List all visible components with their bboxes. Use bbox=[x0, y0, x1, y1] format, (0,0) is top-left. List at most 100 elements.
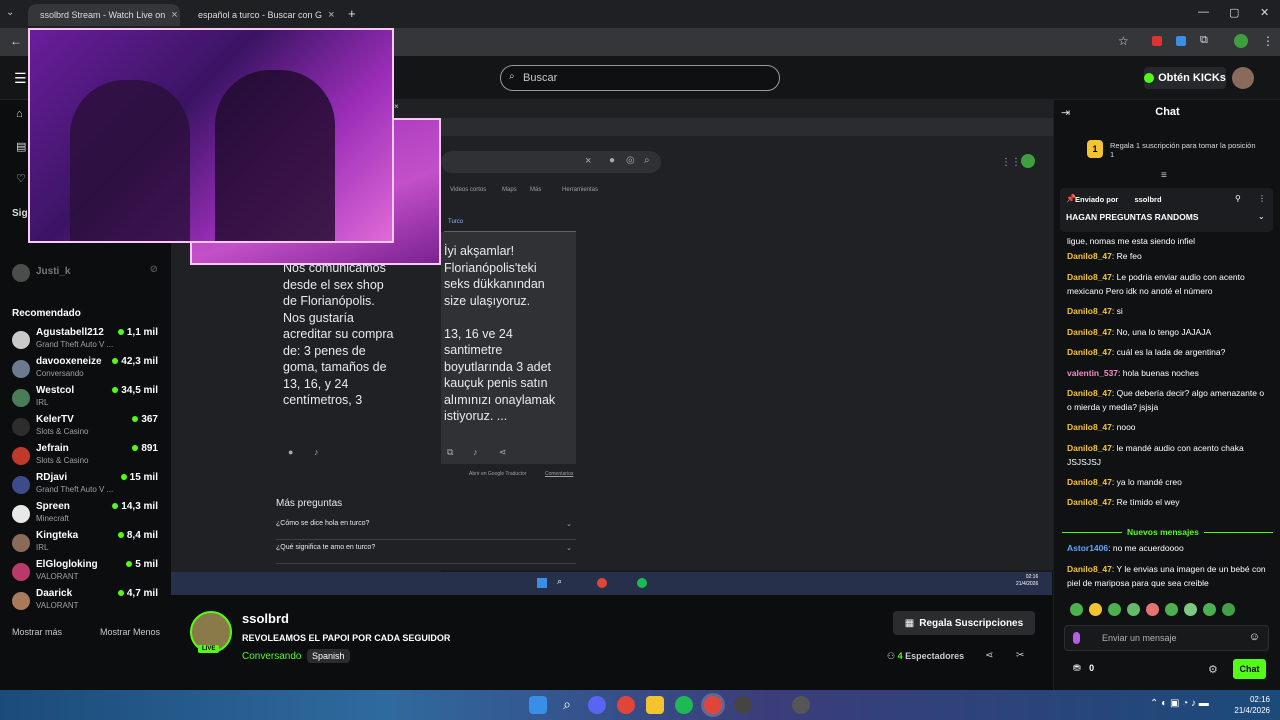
copy-icon[interactable]: ⧉ bbox=[447, 447, 453, 458]
emote-icon[interactable] bbox=[1222, 603, 1235, 616]
extension-icon[interactable] bbox=[1152, 36, 1162, 46]
search-icon[interactable]: ⌕ bbox=[558, 696, 576, 714]
chat-message[interactable]: valentin_537: hola buenas noches bbox=[1067, 367, 1267, 381]
chat-username[interactable]: Danilo8_47 bbox=[1067, 422, 1112, 432]
sidebar-channel-item[interactable]: Agustabell212 Grand Theft Auto V ... 1,1 m… bbox=[0, 327, 170, 355]
extension-icon[interactable] bbox=[1176, 36, 1186, 46]
puzzle-extensions-icon[interactable]: ⧉ bbox=[1200, 34, 1208, 47]
sidebar-channel-item[interactable]: RDjavi Grand Theft Auto V ... 15 mil bbox=[0, 472, 170, 500]
chat-message[interactable]: Danilo8_47: Le podria enviar audio con a… bbox=[1067, 271, 1267, 298]
profile-avatar[interactable] bbox=[1234, 34, 1248, 48]
share-icon[interactable]: ⋖ bbox=[985, 650, 993, 661]
close-tab-icon[interactable]: × bbox=[328, 9, 334, 21]
taskbar-clock[interactable]: 02:16 21/4/2026 bbox=[1222, 694, 1270, 716]
emote-icon[interactable] bbox=[1146, 603, 1159, 616]
chat-message[interactable]: Danilo8_47: cuál es la lada de argentina… bbox=[1067, 346, 1267, 360]
app-icon[interactable] bbox=[734, 696, 752, 714]
following-item[interactable]: Justi_k ⊘ bbox=[0, 260, 170, 288]
source-mic-icon[interactable]: ● bbox=[288, 447, 293, 457]
chat-message[interactable]: Danilo8_47: le mandé audio con acento ch… bbox=[1067, 442, 1267, 469]
emote-icon[interactable] bbox=[1089, 603, 1102, 616]
user-avatar[interactable] bbox=[1232, 67, 1254, 89]
chat-username[interactable]: Danilo8_47 bbox=[1067, 564, 1112, 574]
emote-icon[interactable] bbox=[1070, 603, 1083, 616]
filter-short-videos[interactable]: Videos cortos bbox=[450, 187, 486, 193]
hamburger-menu-icon[interactable]: ☰ bbox=[14, 70, 27, 87]
google-apps-icon[interactable]: ⋮⋮ bbox=[1001, 157, 1021, 168]
sidebar-channel-item[interactable]: Spreen Minecraft 14,3 mil bbox=[0, 501, 170, 529]
filter-icon[interactable]: ≡ bbox=[1161, 170, 1167, 181]
minimize-button[interactable]: — bbox=[1198, 6, 1209, 18]
discord-icon[interactable] bbox=[588, 696, 606, 714]
tab-kick-stream[interactable]: ssolbrd Stream - Watch Live on × bbox=[28, 4, 180, 26]
streamer-name[interactable]: ssolbrd bbox=[242, 611, 289, 626]
question-item[interactable]: ¿Cómo se dice hola en turco? ⌄ bbox=[276, 520, 576, 540]
chat-username[interactable]: Danilo8_47 bbox=[1067, 443, 1112, 453]
chat-username[interactable]: Danilo8_47 bbox=[1067, 327, 1112, 337]
sidebar-channel-item[interactable]: Jefrain Slots & Casino 891 bbox=[0, 443, 170, 471]
pip-close-button[interactable]: × bbox=[394, 102, 399, 111]
mic-icon[interactable] bbox=[1073, 632, 1080, 644]
back-button[interactable]: ← bbox=[10, 34, 22, 48]
chat-username[interactable]: Danilo8_47 bbox=[1067, 272, 1112, 282]
chat-username[interactable]: Danilo8_47 bbox=[1067, 477, 1112, 487]
send-chat-button[interactable]: Chat bbox=[1233, 659, 1266, 679]
emote-icon[interactable] bbox=[1165, 603, 1178, 616]
sidebar-channel-item[interactable]: davooxeneize Conversando 42,3 mil bbox=[0, 356, 170, 384]
points-display[interactable]: ⛃ 0 bbox=[1073, 663, 1094, 674]
feedback-link[interactable]: Comentarios bbox=[545, 471, 573, 477]
pinned-menu-icon[interactable]: ⋮ bbox=[1258, 194, 1266, 203]
chat-message[interactable]: Astor1406: no me acuerdoooo bbox=[1067, 542, 1267, 556]
unpin-icon[interactable]: ⚲ bbox=[1235, 194, 1241, 203]
filter-tools[interactable]: Herramientas bbox=[562, 187, 598, 193]
tab-google-search[interactable]: español a turco - Buscar con G × bbox=[186, 4, 338, 26]
chat-username[interactable]: Danilo8_47 bbox=[1067, 497, 1112, 507]
chat-username[interactable]: Danilo8_47 bbox=[1067, 251, 1112, 261]
clear-search-icon[interactable]: × bbox=[585, 155, 591, 167]
mic-icon[interactable]: ● bbox=[609, 155, 615, 166]
emote-icon[interactable] bbox=[1108, 603, 1121, 616]
spotify-icon[interactable] bbox=[675, 696, 693, 714]
show-more-link[interactable]: Mostrar más bbox=[12, 627, 62, 637]
start-icon[interactable] bbox=[529, 696, 547, 714]
chat-username[interactable]: valentin_537 bbox=[1067, 368, 1118, 378]
folder-icon[interactable] bbox=[646, 696, 664, 714]
emote-icon[interactable] bbox=[1203, 603, 1216, 616]
close-tab-icon[interactable]: × bbox=[171, 9, 177, 21]
chat-username[interactable]: Astor1406 bbox=[1067, 543, 1108, 553]
filter-more[interactable]: Más bbox=[530, 187, 541, 193]
sidebar-channel-item[interactable]: Daarick VALORANT 4,7 mil bbox=[0, 588, 170, 616]
chat-message[interactable]: Danilo8_47: No, una lo tengo JAJAJA bbox=[1067, 326, 1267, 340]
stream-category[interactable]: Conversando bbox=[242, 651, 301, 662]
source-speaker-icon[interactable]: ♪ bbox=[314, 447, 319, 457]
emoji-icon[interactable]: ☺ bbox=[1249, 631, 1260, 643]
tab-list-button[interactable]: ⌄ bbox=[6, 7, 14, 18]
sidebar-channel-item[interactable]: KelerTV Slots & Casino 367 bbox=[0, 414, 170, 442]
google-account-avatar[interactable] bbox=[1021, 154, 1035, 168]
chat-message[interactable]: Danilo8_47: ya lo mandé creo bbox=[1067, 476, 1267, 490]
maximize-button[interactable]: ▢ bbox=[1229, 6, 1239, 19]
home-icon[interactable]: ⌂ bbox=[16, 108, 23, 120]
emote-icon[interactable] bbox=[1127, 603, 1140, 616]
open-in-translate-link[interactable]: Abrir en Google Traductor bbox=[469, 471, 527, 477]
search-icon[interactable]: ⌕ bbox=[644, 155, 650, 166]
chrome-active-icon[interactable] bbox=[704, 696, 722, 714]
chrome-icon[interactable] bbox=[617, 696, 635, 714]
chevron-down-icon[interactable]: ⌄ bbox=[1258, 212, 1265, 221]
chat-username[interactable]: Danilo8_47 bbox=[1067, 306, 1112, 316]
chat-username[interactable]: Danilo8_47 bbox=[1067, 388, 1112, 398]
chat-settings-icon[interactable]: ⚙ bbox=[1208, 663, 1218, 676]
show-less-link[interactable]: Mostrar Menos bbox=[100, 627, 160, 637]
chat-message[interactable]: Danilo8_47: Y le envias una imagen de un… bbox=[1067, 563, 1267, 590]
lens-icon[interactable]: ◎ bbox=[626, 155, 635, 166]
app-icon[interactable] bbox=[792, 696, 810, 714]
sidebar-channel-item[interactable]: Westcol IRL 34,5 mil bbox=[0, 385, 170, 413]
clip-icon[interactable]: ✂ bbox=[1016, 650, 1024, 661]
target-language-select[interactable]: Turco bbox=[444, 214, 576, 232]
emote-icon[interactable] bbox=[1184, 603, 1197, 616]
sidebar-channel-item[interactable]: ElGlogloking VALORANT 5 mil bbox=[0, 559, 170, 587]
search-input[interactable]: ⌕ Buscar bbox=[500, 65, 780, 91]
chat-message[interactable]: Danilo8_47: Re feo bbox=[1067, 250, 1267, 264]
gift-subscriptions-button[interactable]: ▦ Regala Suscripciones bbox=[893, 611, 1035, 635]
chat-message[interactable]: Danilo8_47: si bbox=[1067, 305, 1267, 319]
